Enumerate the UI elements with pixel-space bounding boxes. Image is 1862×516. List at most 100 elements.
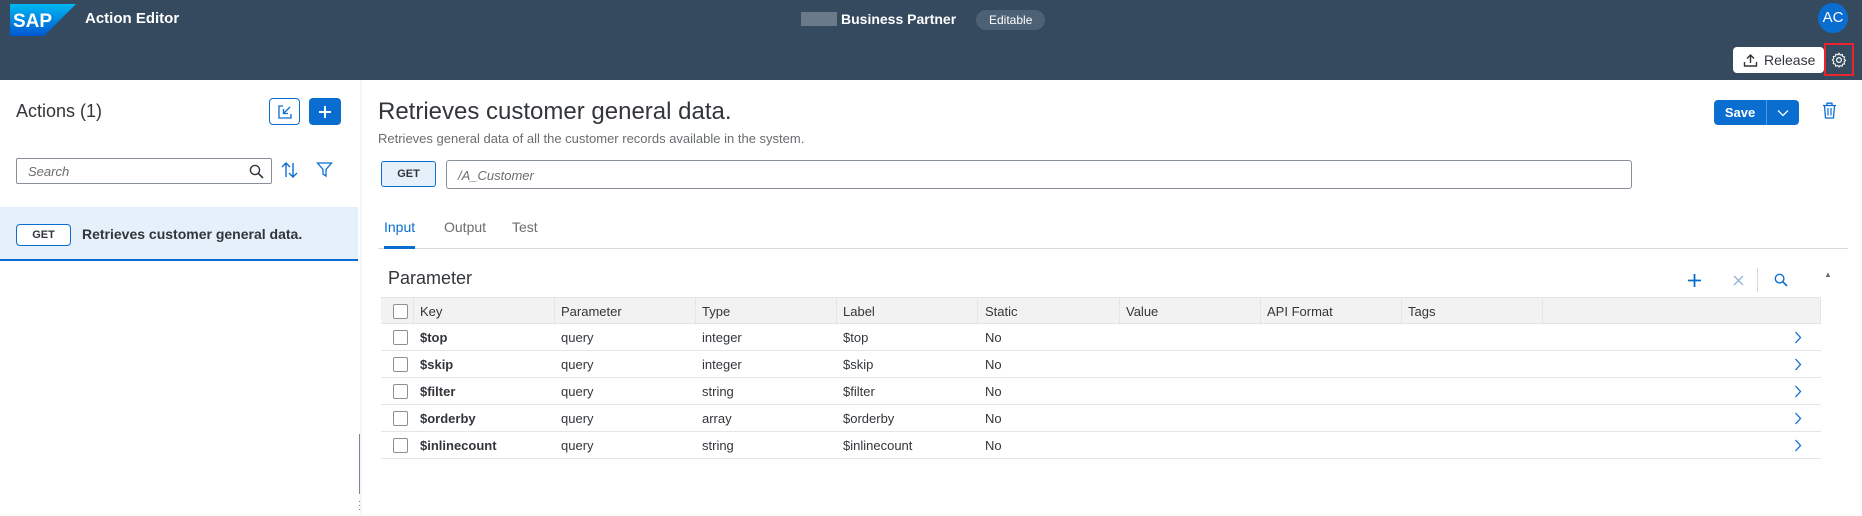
upload-icon bbox=[1743, 53, 1758, 67]
cell-type: integer bbox=[702, 330, 742, 345]
method-selector[interactable]: GET bbox=[381, 161, 436, 187]
cell-type: array bbox=[702, 411, 732, 426]
cell-parameter: query bbox=[561, 438, 594, 453]
tab-output[interactable]: Output bbox=[444, 208, 486, 249]
row-checkbox[interactable] bbox=[393, 330, 408, 345]
list-item-label: Retrieves customer general data. bbox=[82, 226, 303, 242]
list-item[interactable]: GET Retrieves customer general data. bbox=[0, 207, 358, 261]
svg-text:SAP: SAP bbox=[13, 11, 52, 32]
column-header-api-format[interactable]: API Format bbox=[1267, 298, 1333, 325]
column-header-label[interactable]: Label bbox=[843, 298, 875, 325]
cell-key: $skip bbox=[420, 357, 454, 372]
chevron-right-icon[interactable] bbox=[1794, 439, 1802, 452]
parameter-table: Key Parameter Type Label Static Value AP… bbox=[381, 297, 1821, 459]
cell-parameter: query bbox=[561, 357, 594, 372]
scroll-up-icon[interactable]: ▲ bbox=[1824, 270, 1832, 279]
scrollbar[interactable] bbox=[1826, 297, 1832, 516]
redacted-text bbox=[801, 12, 837, 26]
parameter-title: Parameter bbox=[388, 268, 473, 288]
cell-parameter: query bbox=[561, 330, 594, 345]
tab-bar: Input Output Test bbox=[378, 208, 1848, 249]
sap-logo[interactable]: SAP bbox=[10, 4, 76, 36]
column-header-tags[interactable]: Tags bbox=[1408, 298, 1435, 325]
search-icon[interactable] bbox=[249, 164, 264, 179]
cell-key: $inlinecount bbox=[420, 438, 497, 453]
search-input[interactable]: Search bbox=[16, 158, 272, 184]
row-checkbox[interactable] bbox=[393, 384, 408, 399]
splitter-handle[interactable] bbox=[359, 434, 360, 494]
cell-label: $filter bbox=[843, 384, 875, 399]
page-subtitle: Retrieves general data of all the custom… bbox=[378, 131, 805, 146]
chevron-down-icon bbox=[1777, 109, 1789, 116]
import-button[interactable] bbox=[269, 98, 300, 125]
column-header-parameter[interactable]: Parameter bbox=[561, 298, 622, 325]
table-row[interactable]: $inlinecount query string $inlinecount N… bbox=[381, 432, 1821, 459]
save-button[interactable]: Save bbox=[1714, 100, 1766, 125]
table-row[interactable]: $filter query string $filter No bbox=[381, 378, 1821, 405]
column-divider bbox=[413, 298, 414, 325]
url-input[interactable]: /A_Customer bbox=[446, 160, 1632, 189]
settings-button[interactable] bbox=[1824, 43, 1854, 76]
chevron-right-icon[interactable] bbox=[1794, 331, 1802, 344]
chevron-right-icon[interactable] bbox=[1794, 358, 1802, 371]
row-checkbox[interactable] bbox=[393, 357, 408, 372]
column-divider bbox=[695, 298, 696, 325]
status-badge: Editable bbox=[976, 10, 1046, 30]
gear-icon bbox=[1831, 51, 1847, 68]
row-checkbox[interactable] bbox=[393, 438, 408, 453]
column-header-value[interactable]: Value bbox=[1126, 298, 1158, 325]
sort-icon[interactable] bbox=[280, 160, 300, 180]
column-divider bbox=[836, 298, 837, 325]
shell-bar: SAP Action Editor Business Partner Edita… bbox=[0, 0, 1862, 80]
column-header-key[interactable]: Key bbox=[420, 298, 442, 325]
delete-icon[interactable] bbox=[1822, 102, 1837, 119]
cell-key: $filter bbox=[420, 384, 456, 399]
table-row[interactable]: $top query integer $top No bbox=[381, 324, 1821, 351]
column-divider bbox=[554, 298, 555, 325]
save-split-button[interactable]: Save bbox=[1714, 100, 1799, 125]
search-placeholder: Search bbox=[28, 164, 70, 179]
url-placeholder: /A_Customer bbox=[458, 168, 534, 183]
cell-label: $inlinecount bbox=[843, 438, 913, 453]
release-button[interactable]: Release bbox=[1733, 47, 1825, 73]
add-action-button[interactable] bbox=[309, 98, 341, 125]
cell-parameter: query bbox=[561, 384, 594, 399]
cell-parameter: query bbox=[561, 411, 594, 426]
table-row[interactable]: $skip query integer $skip No bbox=[381, 351, 1821, 378]
column-header-static[interactable]: Static bbox=[985, 298, 1018, 325]
select-all-checkbox[interactable] bbox=[393, 304, 408, 319]
column-divider bbox=[977, 298, 978, 325]
release-label: Release bbox=[1764, 52, 1816, 68]
filter-icon[interactable] bbox=[316, 161, 333, 178]
search-icon[interactable] bbox=[1774, 273, 1788, 287]
cell-key: $top bbox=[420, 330, 448, 345]
row-checkbox[interactable] bbox=[393, 411, 408, 426]
avatar[interactable]: AC bbox=[1818, 3, 1848, 33]
column-header-type[interactable]: Type bbox=[702, 298, 730, 325]
page-title: Retrieves customer general data. bbox=[378, 98, 732, 125]
chevron-right-icon[interactable] bbox=[1794, 385, 1802, 398]
cell-static: No bbox=[985, 384, 1002, 399]
chevron-right-icon[interactable] bbox=[1794, 412, 1802, 425]
tab-test[interactable]: Test bbox=[512, 208, 538, 249]
method-badge: GET bbox=[16, 224, 71, 246]
import-icon bbox=[277, 104, 292, 119]
column-divider bbox=[1401, 298, 1402, 325]
table-row[interactable]: $orderby query array $orderby No bbox=[381, 405, 1821, 432]
column-divider bbox=[1260, 298, 1261, 325]
cell-label: $orderby bbox=[843, 411, 895, 426]
actions-title: Actions (1) bbox=[16, 101, 103, 121]
remove-icon[interactable] bbox=[1732, 274, 1745, 287]
app-root: SAP Action Editor Business Partner Edita… bbox=[0, 0, 1862, 516]
cell-static: No bbox=[985, 357, 1002, 372]
object-title-text: Business Partner bbox=[841, 11, 957, 27]
splitter-grip-icon[interactable]: · · · bbox=[358, 497, 361, 515]
table-header-row: Key Parameter Type Label Static Value AP… bbox=[381, 297, 1821, 325]
cell-static: No bbox=[985, 330, 1002, 345]
cell-static: No bbox=[985, 411, 1002, 426]
tab-input[interactable]: Input bbox=[384, 208, 416, 249]
action-detail-panel: Retrieves customer general data. Retriev… bbox=[362, 80, 1862, 516]
save-dropdown-button[interactable] bbox=[1766, 100, 1799, 125]
add-icon[interactable] bbox=[1687, 273, 1702, 288]
table-toolbar bbox=[1682, 266, 1788, 294]
